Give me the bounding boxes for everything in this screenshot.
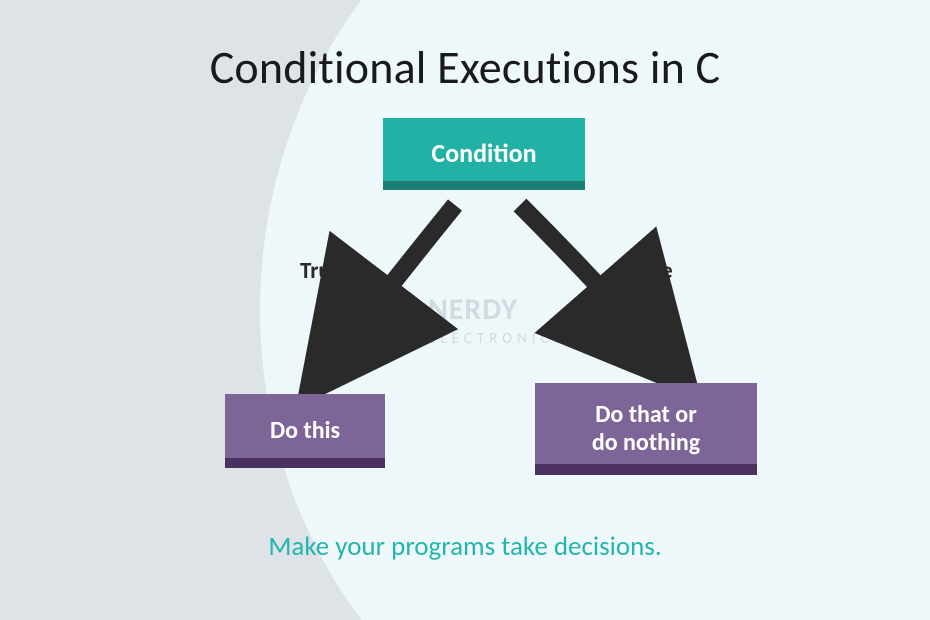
arrow-false bbox=[500, 195, 710, 395]
action-label-false: Do that or do nothing bbox=[592, 401, 700, 456]
condition-underbar bbox=[383, 181, 585, 190]
diagram-canvas: Conditional Executions in C NERDY ELECTR… bbox=[0, 0, 930, 620]
arrow-true bbox=[280, 195, 480, 395]
subtitle: Make your programs take decisions. bbox=[0, 530, 930, 563]
action-underbar-false bbox=[535, 464, 757, 475]
action-node-true: Do this bbox=[225, 394, 385, 468]
action-label-true: Do this bbox=[270, 417, 340, 445]
action-underbar-true bbox=[225, 458, 385, 468]
condition-label: Condition bbox=[431, 139, 536, 169]
page-title: Conditional Executions in C bbox=[0, 40, 930, 96]
branch-label-false: False bbox=[625, 257, 673, 285]
condition-node: Condition bbox=[383, 118, 585, 190]
branch-label-true: True bbox=[300, 257, 342, 285]
action-node-false: Do that or do nothing bbox=[535, 383, 757, 475]
